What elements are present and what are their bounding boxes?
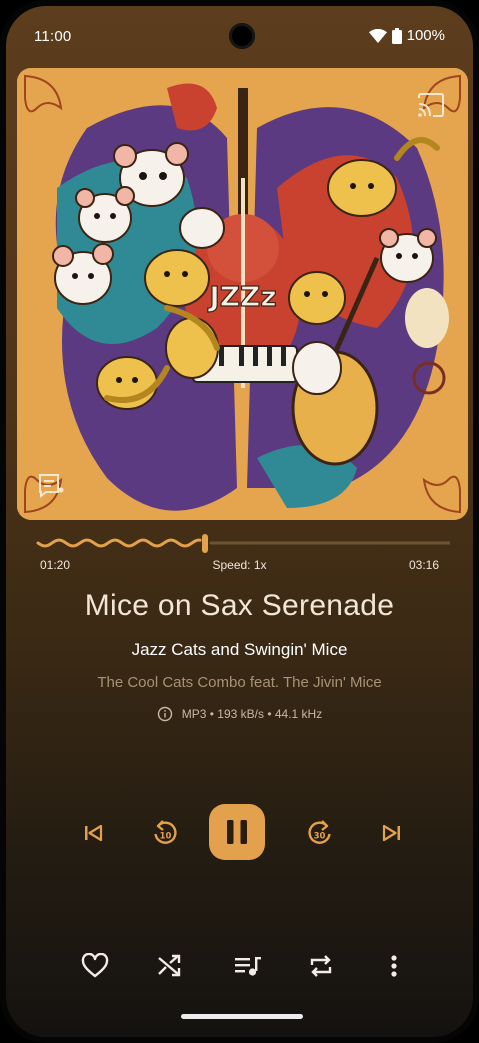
pause-icon (227, 820, 247, 844)
replay-10-icon: 10 (154, 820, 177, 844)
status-bar: 11:00 100% (6, 6, 473, 66)
replay-10-button[interactable]: 10 (145, 813, 185, 853)
shuffle-icon (158, 954, 181, 977)
shuffle-button[interactable] (152, 949, 186, 983)
skip-next-icon (382, 824, 400, 842)
album-art: JZZz (17, 68, 468, 520)
skip-previous-icon (85, 824, 103, 842)
front-camera (229, 23, 255, 49)
lyrics-icon (39, 474, 64, 498)
total-duration: 03:16 (408, 558, 439, 572)
status-time: 11:00 (34, 28, 72, 45)
seek-thumb[interactable] (201, 534, 208, 553)
skip-previous-button[interactable] (76, 816, 110, 850)
audio-format-info[interactable]: MP3 • 193 kB/s • 44.1 kHz (6, 706, 473, 722)
music-player-screen: 11:00 100% JZZz 01:20 Speed: 1x 03:16 Mi… (6, 6, 473, 1037)
time-row: 01:20 Speed: 1x 03:16 (40, 558, 439, 576)
svg-text:30: 30 (314, 832, 326, 842)
battery-icon (391, 27, 402, 44)
queue-music-icon (235, 957, 261, 976)
svg-text:10: 10 (160, 832, 172, 842)
skip-next-button[interactable] (375, 816, 409, 850)
seek-bar[interactable] (36, 533, 452, 553)
cast-button[interactable] (416, 92, 446, 120)
artist-name[interactable]: The Cool Cats Combo feat. The Jivin' Mic… (6, 674, 473, 691)
playback-controls: 10 30 (6, 802, 473, 864)
lyrics-button[interactable] (37, 472, 65, 498)
phone-frame: 11:00 100% JZZz 01:20 Speed: 1x 03:16 Mi… (0, 0, 479, 1043)
album-name[interactable]: Jazz Cats and Swingin' Mice (6, 640, 473, 660)
heart-icon (81, 953, 109, 978)
more-options-button[interactable] (377, 949, 411, 983)
status-indicators: 100% (368, 27, 445, 44)
seek-track (36, 538, 452, 548)
pause-button[interactable] (209, 804, 265, 860)
audio-format-text: MP3 • 193 kB/s • 44.1 kHz (181, 707, 323, 721)
repeat-icon (310, 955, 332, 977)
favorite-button[interactable] (78, 949, 112, 983)
cast-icon (418, 93, 444, 117)
repeat-button[interactable] (304, 949, 338, 983)
album-illustration: JZZz (17, 68, 468, 520)
album-logo-text: JZZz (207, 280, 276, 313)
queue-button[interactable] (231, 949, 265, 983)
battery-level: 100% (406, 27, 445, 44)
action-bar (6, 946, 473, 986)
info-icon (157, 706, 172, 722)
forward-30-icon: 30 (308, 820, 331, 844)
wifi-icon (368, 28, 387, 43)
more-vert-icon (391, 955, 397, 977)
song-title: Mice on Sax Serenade (84, 589, 395, 622)
forward-30-button[interactable]: 30 (300, 813, 340, 853)
gesture-nav-handle[interactable] (181, 1014, 303, 1019)
playback-speed-button[interactable]: Speed: 1x (40, 558, 439, 572)
